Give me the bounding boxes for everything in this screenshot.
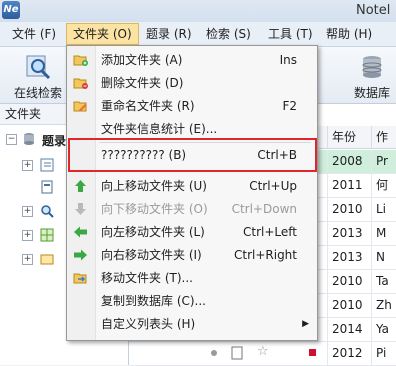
move-folder-icon <box>73 273 87 284</box>
expand-icon[interactable]: + <box>22 230 33 241</box>
cell-year: 2012 <box>327 342 372 365</box>
grid-icon <box>40 228 54 242</box>
menu-search[interactable]: 检索 (S) <box>200 24 257 44</box>
cell-year: 2010 <box>327 270 372 293</box>
online-search-button[interactable]: 在线检索 <box>6 53 70 101</box>
tree-root-label: 题录 <box>42 134 67 148</box>
cell-year: 2011 <box>327 174 372 197</box>
menu-bar: 文件 (F) 文件夹 (O) 题录 (R) 检索 (S) 工具 (T) 帮助 (… <box>0 22 396 47</box>
collapse-icon[interactable]: − <box>6 134 17 145</box>
add-folder-icon <box>73 55 88 66</box>
title-bar: Ne Notel <box>0 0 396 22</box>
cell-author: Ta <box>371 270 396 293</box>
expand-icon[interactable]: + <box>22 206 33 217</box>
column-author[interactable]: 作 <box>371 126 396 148</box>
menu-tools[interactable]: 工具 (T) <box>262 24 319 44</box>
cell-year: 2013 <box>327 246 372 269</box>
menu-item-move-left[interactable]: 向左移动文件夹 (L) Ctrl+Left <box>67 221 317 243</box>
rename-icon <box>73 101 87 112</box>
menu-item-move-right[interactable]: 向右移动文件夹 (I) Ctrl+Right <box>67 244 317 266</box>
cell-year: 2010 <box>327 198 372 221</box>
menu-separator <box>99 171 311 172</box>
menu-folder[interactable]: 文件夹 (O) <box>66 23 139 45</box>
arrow-right-icon <box>74 249 87 261</box>
cell-year: 2010 <box>327 294 372 317</box>
delete-folder-icon <box>73 78 88 89</box>
list-icon <box>40 158 54 172</box>
folder-menu: 添加文件夹 (A) Ins 删除文件夹 (D) 重命名文件夹 (R) F2 文件… <box>66 45 318 341</box>
app-icon[interactable]: Ne <box>2 1 20 19</box>
menu-item-copy-to-database[interactable]: 复制到数据库 (C)... <box>67 290 317 312</box>
database-button[interactable]: 数据库 <box>348 53 396 101</box>
column-year[interactable]: 年份 <box>327 126 372 148</box>
cell-year: 2008 <box>327 150 372 173</box>
menu-help[interactable]: 帮助 (H) <box>320 24 378 44</box>
dot-icon <box>211 350 217 356</box>
cell-author: M <box>371 222 396 245</box>
cell-author: Zh <box>371 294 396 317</box>
arrow-down-icon <box>75 203 86 215</box>
menu-item-folder-stats[interactable]: 文件夹信息统计 (E)... <box>67 118 317 140</box>
document-icon <box>231 346 243 360</box>
arrow-up-icon <box>75 180 86 192</box>
menu-item-add-folder[interactable]: 添加文件夹 (A) Ins <box>67 49 317 71</box>
cell-author: Pi <box>371 342 396 365</box>
menu-item-unknown-b[interactable]: ?????????? (B) Ctrl+B <box>67 144 317 166</box>
database-icon <box>362 56 382 78</box>
menu-item-delete-folder[interactable]: 删除文件夹 (D) <box>67 72 317 94</box>
menu-item-move-up[interactable]: 向上移动文件夹 (U) Ctrl+Up <box>67 175 317 197</box>
tag-icon <box>40 254 54 265</box>
menu-item-move-down[interactable]: 向下移动文件夹 (O) Ctrl+Down <box>67 198 317 220</box>
menu-separator <box>99 142 311 143</box>
flag-icon <box>309 349 316 356</box>
cell-year: 2013 <box>327 222 372 245</box>
online-search-label: 在线检索 <box>13 86 62 100</box>
expand-icon[interactable]: + <box>22 160 33 171</box>
cell-author: Pr <box>371 150 396 173</box>
cell-year: 2014 <box>327 318 372 341</box>
search-icon <box>41 205 54 218</box>
cell-author: Li <box>371 198 396 221</box>
menu-item-rename-folder[interactable]: 重命名文件夹 (R) F2 <box>67 95 317 117</box>
menu-records[interactable]: 题录 (R) <box>140 24 198 44</box>
magnifier-icon <box>26 55 51 80</box>
cell-author: 何 <box>371 174 396 197</box>
menu-item-customize-columns[interactable]: 自定义列表头 (H) ▶ <box>67 313 317 335</box>
cell-author: Ya <box>371 318 396 341</box>
menu-item-move-folder[interactable]: 移动文件夹 (T)... <box>67 267 317 289</box>
star-icon[interactable]: ☆ <box>257 344 269 359</box>
arrow-left-icon <box>74 226 87 238</box>
note-icon <box>41 180 53 194</box>
expand-icon[interactable]: + <box>22 254 33 265</box>
cell-author: N <box>371 246 396 269</box>
submenu-arrow-icon: ▶ <box>302 319 309 329</box>
database-label: 数据库 <box>353 86 390 100</box>
window-title: Notel <box>356 3 391 18</box>
database-icon <box>24 133 34 145</box>
menu-file[interactable]: 文件 (F) <box>6 24 62 44</box>
table-row[interactable]: ☆ 2012 Pi <box>129 342 396 366</box>
